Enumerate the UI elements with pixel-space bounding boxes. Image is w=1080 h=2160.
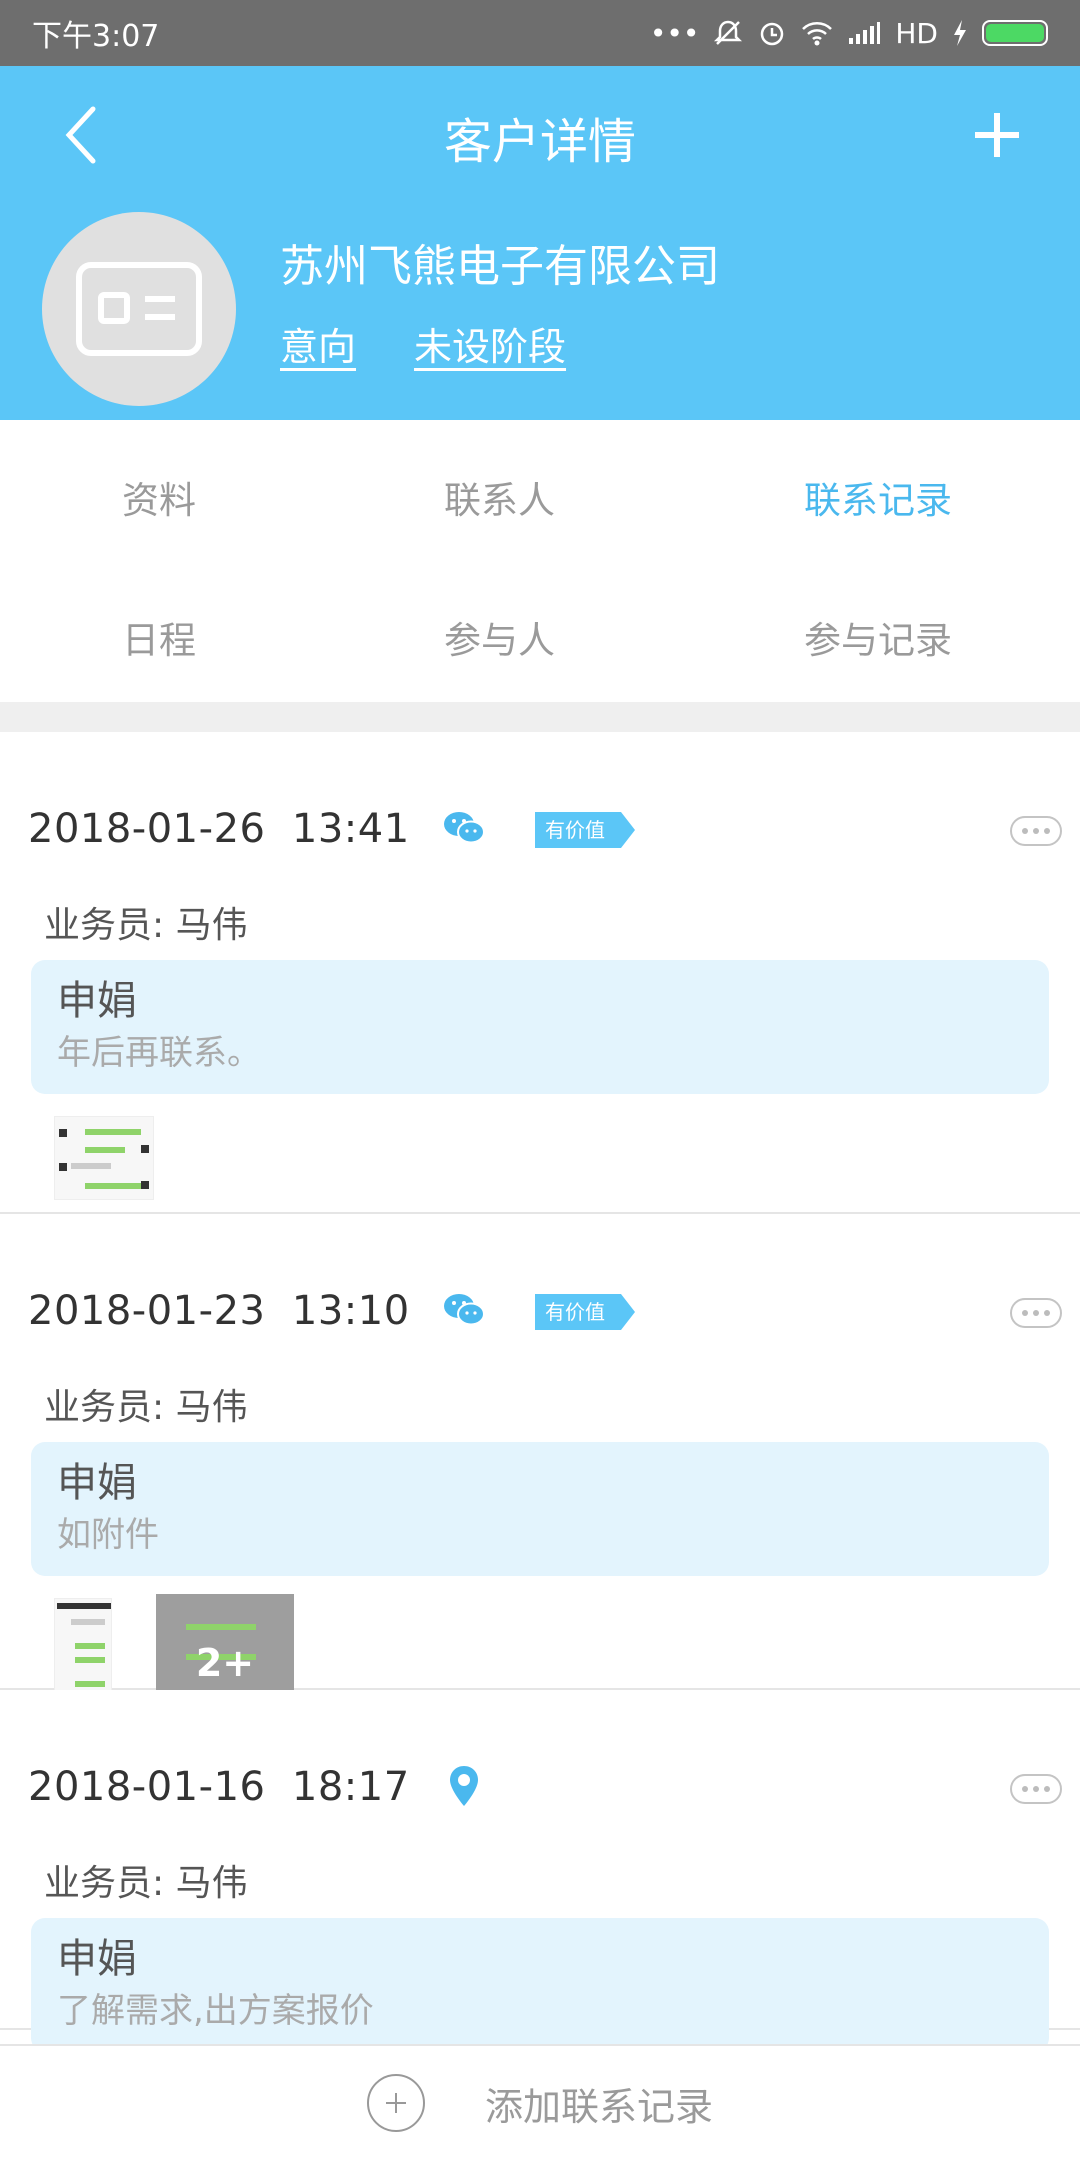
add-button[interactable] [964, 102, 1030, 168]
status-bar: 下午3:07 ••• HD [0, 0, 1080, 66]
contact-record[interactable]: 2018-01-16 18:17 业务员: 马伟 申娟 了解需求,出方案报价 [0, 1690, 1080, 2052]
more-options-button[interactable] [1010, 1774, 1062, 1804]
tab-participation-records[interactable]: 参与记录 [804, 610, 952, 664]
record-datetime: 2018-01-23 13:10 [28, 1288, 410, 1334]
attachment-thumbnail[interactable] [54, 1116, 154, 1200]
add-contact-record-button[interactable]: 添加联系记录 [0, 2044, 1080, 2160]
signal-icon [849, 22, 881, 44]
location-pin-icon [442, 1764, 486, 1808]
contact-record[interactable]: 2018-01-23 13:10 有价值 业务员: 马伟 申娟 如附件 2+ [0, 1214, 1080, 1732]
page-title: 客户详情 [443, 114, 636, 170]
intent-link[interactable]: 意向 [280, 316, 356, 371]
company-name: 苏州飞熊电子有限公司 [280, 241, 720, 292]
tab-schedule[interactable]: 日程 [122, 610, 196, 664]
record-note: 了解需求,出方案报价 [57, 1991, 374, 2031]
wechat-icon [442, 806, 486, 850]
tab-contact-records[interactable]: 联系记录 [804, 470, 952, 524]
nav-bar: 客户详情 [0, 66, 1080, 202]
section-divider [0, 702, 1080, 732]
record-tag-badge: 有价值 [535, 1294, 635, 1330]
record-content-card[interactable]: 申娟 了解需求,出方案报价 [31, 1918, 1049, 2052]
tab-contacts[interactable]: 联系人 [444, 470, 555, 524]
battery-icon [982, 20, 1048, 46]
stage-link[interactable]: 未设阶段 [414, 316, 566, 371]
network-type: HD [895, 16, 938, 50]
record-datetime: 2018-01-26 13:41 [28, 806, 410, 852]
company-stage-links: 意向 未设阶段 [280, 316, 566, 371]
record-note: 如附件 [57, 1515, 159, 1555]
more-dots-icon: ••• [649, 16, 700, 50]
status-icons: ••• HD [650, 17, 1048, 50]
attachment-thumbnail[interactable] [54, 1598, 112, 1698]
record-note: 年后再联系。 [57, 1033, 261, 1073]
record-content-card[interactable]: 申娟 如附件 [31, 1442, 1049, 1576]
add-contact-record-label: 添加联系记录 [484, 2084, 713, 2129]
more-options-button[interactable] [1010, 1298, 1062, 1328]
record-contact-name: 申娟 [57, 1460, 137, 1506]
detail-tabs: 资料 联系人 联系记录 日程 参与人 参与记录 [0, 420, 1080, 702]
more-options-button[interactable] [1010, 816, 1062, 846]
record-salesperson: 业务员: 马伟 [44, 905, 248, 946]
contact-record[interactable]: 2018-01-26 13:41 有价值 业务员: 马伟 申娟 年后再联系。 [0, 732, 1080, 1214]
wifi-icon [802, 22, 833, 46]
record-contact-name: 申娟 [57, 978, 137, 1024]
mute-bell-icon [714, 20, 743, 45]
charging-bolt-icon [954, 20, 966, 46]
record-salesperson: 业务员: 马伟 [44, 1863, 248, 1904]
plus-icon [975, 113, 1019, 157]
status-time: 下午3:07 [32, 19, 160, 54]
record-salesperson: 业务员: 马伟 [44, 1387, 248, 1428]
tab-participants[interactable]: 参与人 [444, 610, 555, 664]
company-avatar [42, 212, 236, 406]
add-circle-icon [366, 2074, 425, 2132]
record-datetime: 2018-01-16 18:17 [28, 1764, 410, 1810]
tab-profile[interactable]: 资料 [122, 470, 196, 524]
attachment-thumbnails [54, 1116, 154, 1200]
customer-header: 客户详情 苏州飞熊电子有限公司 意向 未设阶段 [0, 66, 1080, 420]
record-tag-badge: 有价值 [535, 812, 635, 848]
record-contact-name: 申娟 [57, 1936, 137, 1982]
alarm-icon [761, 22, 784, 46]
record-content-card[interactable]: 申娟 年后再联系。 [31, 960, 1049, 1094]
wechat-icon [442, 1288, 486, 1332]
business-card-icon [76, 262, 202, 356]
